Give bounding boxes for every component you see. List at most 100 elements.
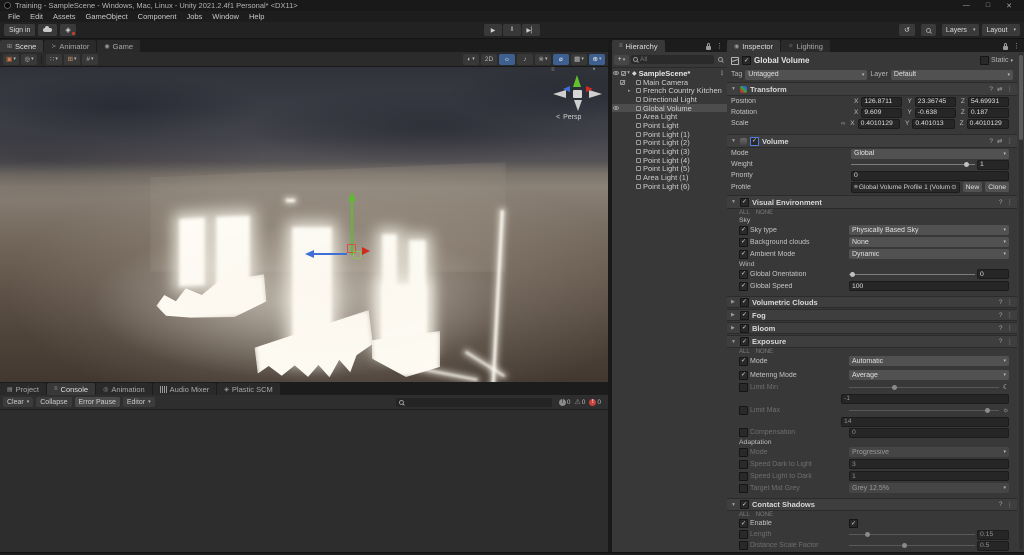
- cloud-services-button[interactable]: [38, 24, 58, 36]
- static-checkbox[interactable]: [979, 56, 989, 65]
- none-button[interactable]: NONE: [756, 210, 773, 216]
- effects-toggle[interactable]: ※ ▾: [535, 53, 551, 65]
- view-gizmo-x-cone[interactable]: [586, 86, 593, 92]
- help-icon[interactable]: ?: [989, 86, 993, 93]
- fog-header[interactable]: ▶ ✓ Fog ? ⋮: [727, 309, 1017, 321]
- tab-hierarchy[interactable]: ≡ Hierarchy: [612, 40, 665, 52]
- hierarchy-item-point-light-1[interactable]: Point Light (1): [612, 130, 727, 139]
- adaptation-mode-checkbox[interactable]: [739, 447, 748, 457]
- global-speed-checkbox[interactable]: ✓: [739, 281, 748, 291]
- scene-lighting-toggle[interactable]: ☼: [499, 53, 515, 65]
- volume-enabled-checkbox[interactable]: ✓: [750, 136, 759, 146]
- tool-settings-button[interactable]: ▣ ▾: [3, 53, 19, 65]
- scale-z-field[interactable]: 0.4010129: [966, 118, 1009, 129]
- tab-game[interactable]: ◉ Game: [97, 40, 141, 52]
- kebab-menu-icon[interactable]: ⋮: [1013, 42, 1020, 50]
- distance-scale-factor-slider[interactable]: [849, 541, 975, 550]
- expand-icon[interactable]: ▸: [628, 88, 631, 94]
- foldout-icon[interactable]: ▼: [731, 86, 737, 92]
- adaptation-mode-dropdown[interactable]: Progressive ▾: [849, 447, 1009, 457]
- sign-in-button[interactable]: Sign in: [4, 24, 36, 36]
- ambient-mode-dropdown[interactable]: Dynamic ▾: [849, 249, 1009, 259]
- search-button[interactable]: [920, 24, 936, 36]
- console-clear-button[interactable]: Clear ▾: [3, 397, 34, 407]
- enable-value-checkbox[interactable]: ✓: [849, 519, 858, 528]
- metering-mode-checkbox[interactable]: ✓: [739, 370, 748, 380]
- volume-header[interactable]: ▼ ✓ Volume ? ⇄ ⋮: [727, 134, 1017, 148]
- hierarchy-item-point-light-5[interactable]: Point Light (5): [612, 165, 727, 173]
- scene-visibility-toggle[interactable]: ⌀: [553, 53, 569, 65]
- view-gizmo-center-cube[interactable]: [573, 90, 582, 98]
- foldout-icon[interactable]: ▼: [731, 138, 737, 144]
- perspective-label[interactable]: < Persp: [556, 114, 581, 121]
- rotation-y-field[interactable]: -0.638: [914, 107, 956, 118]
- hierarchy-item-main-camera[interactable]: Main Camera: [612, 78, 727, 86]
- maximize-button[interactable]: □: [986, 2, 990, 10]
- undo-history-button[interactable]: ↺: [899, 24, 915, 36]
- scale-link-icon[interactable]: ∞: [841, 121, 845, 127]
- tab-audio-mixer[interactable]: Audio Mixer: [152, 383, 217, 395]
- position-y-field[interactable]: 23.36745: [914, 96, 956, 107]
- target-mid-grey-dropdown[interactable]: Grey 12.5% ▾: [849, 483, 1009, 493]
- hierarchy-item-point-light[interactable]: Point Light: [612, 121, 727, 130]
- console-error-pause-toggle[interactable]: Error Pause: [74, 397, 120, 407]
- all-button[interactable]: ALL: [739, 512, 750, 518]
- sky-type-checkbox[interactable]: ✓: [739, 225, 748, 235]
- menu-component[interactable]: Component: [133, 12, 182, 21]
- profile-new-button[interactable]: New: [962, 182, 983, 192]
- weight-slider[interactable]: [851, 160, 975, 169]
- compensation-field[interactable]: 0: [849, 427, 1009, 438]
- gizmo-x-axis[interactable]: [313, 253, 347, 255]
- info-counter[interactable]: ! 0: [558, 398, 570, 406]
- add-gameobject-button[interactable]: + ▾: [614, 54, 629, 65]
- kebab-menu-icon[interactable]: ⋮: [1007, 501, 1014, 509]
- menu-window[interactable]: Window: [207, 12, 244, 21]
- scene-audio-toggle[interactable]: ♪: [517, 53, 533, 65]
- all-button[interactable]: ALL: [739, 349, 750, 355]
- volumetric-clouds-header[interactable]: ▶ ✓ Volumetric Clouds ? ⋮: [727, 296, 1017, 308]
- none-button[interactable]: NONE: [756, 349, 773, 355]
- play-button[interactable]: ▶: [484, 24, 502, 36]
- minimize-button[interactable]: —: [963, 2, 970, 10]
- tag-dropdown[interactable]: Untagged ▾: [745, 69, 868, 80]
- object-picker-icon[interactable]: ⊙: [951, 183, 957, 191]
- view-gizmo-down-cone[interactable]: [574, 100, 582, 111]
- hierarchy-item-french-country-kitchen[interactable]: ▸ French Country Kitchen: [612, 86, 727, 95]
- 2d-toggle-button[interactable]: 2D: [481, 53, 497, 65]
- exposure-checkbox[interactable]: ✓: [740, 337, 749, 346]
- limit-max-field[interactable]: 14: [841, 416, 1009, 427]
- speed-dark-to-light-checkbox[interactable]: [739, 459, 748, 469]
- speed-light-to-dark-checkbox[interactable]: [739, 471, 748, 481]
- help-icon[interactable]: ?: [999, 325, 1003, 332]
- tab-animation[interactable]: ◎ Animation: [96, 383, 152, 395]
- gizmos-toggle[interactable]: ⊕ ▾: [589, 53, 605, 65]
- grid-snap-button[interactable]: ∷ ▾: [46, 53, 62, 65]
- kebab-menu-icon[interactable]: ⋮: [1007, 137, 1014, 145]
- kebab-menu-icon[interactable]: ⋮: [1007, 324, 1014, 332]
- shading-mode-button[interactable]: ◐ ▾: [463, 53, 479, 65]
- layout-dropdown[interactable]: Layout ▾: [982, 24, 1020, 36]
- visual-environment-header[interactable]: ▼ ✓ Visual Environment ? ⋮: [727, 195, 1017, 209]
- metering-mode-dropdown[interactable]: Average ▾: [849, 370, 1009, 380]
- version-control-button[interactable]: ◈: [60, 24, 76, 36]
- exposure-mode-dropdown[interactable]: Automatic ▾: [849, 356, 1009, 366]
- position-x-field[interactable]: 126.8711: [861, 96, 903, 107]
- volumetric-clouds-checkbox[interactable]: ✓: [740, 297, 749, 307]
- global-orientation-field[interactable]: 0: [977, 269, 1009, 279]
- lock-icon[interactable]: [1003, 42, 1008, 50]
- step-button[interactable]: ▶▏: [522, 24, 540, 36]
- gizmo-overlay-menu[interactable]: ≡: [551, 67, 555, 73]
- console-log-area[interactable]: [0, 410, 608, 552]
- compensation-checkbox[interactable]: [739, 428, 748, 437]
- hierarchy-item-directional-light[interactable]: Directional Light: [612, 95, 727, 104]
- kebab-menu-icon[interactable]: ⋮: [1007, 85, 1014, 93]
- limit-max-checkbox[interactable]: [739, 405, 748, 415]
- priority-field[interactable]: 0: [851, 170, 1009, 181]
- speed-light-to-dark-field[interactable]: 1: [849, 471, 1009, 481]
- help-icon[interactable]: ?: [999, 199, 1003, 206]
- gameobject-name[interactable]: Global Volume: [754, 56, 809, 65]
- presets-icon[interactable]: ⇄: [997, 85, 1002, 93]
- pause-button[interactable]: ‖: [503, 24, 521, 36]
- kebab-menu-icon[interactable]: ⋮: [1007, 311, 1014, 319]
- position-z-field[interactable]: 54.69931: [967, 96, 1009, 107]
